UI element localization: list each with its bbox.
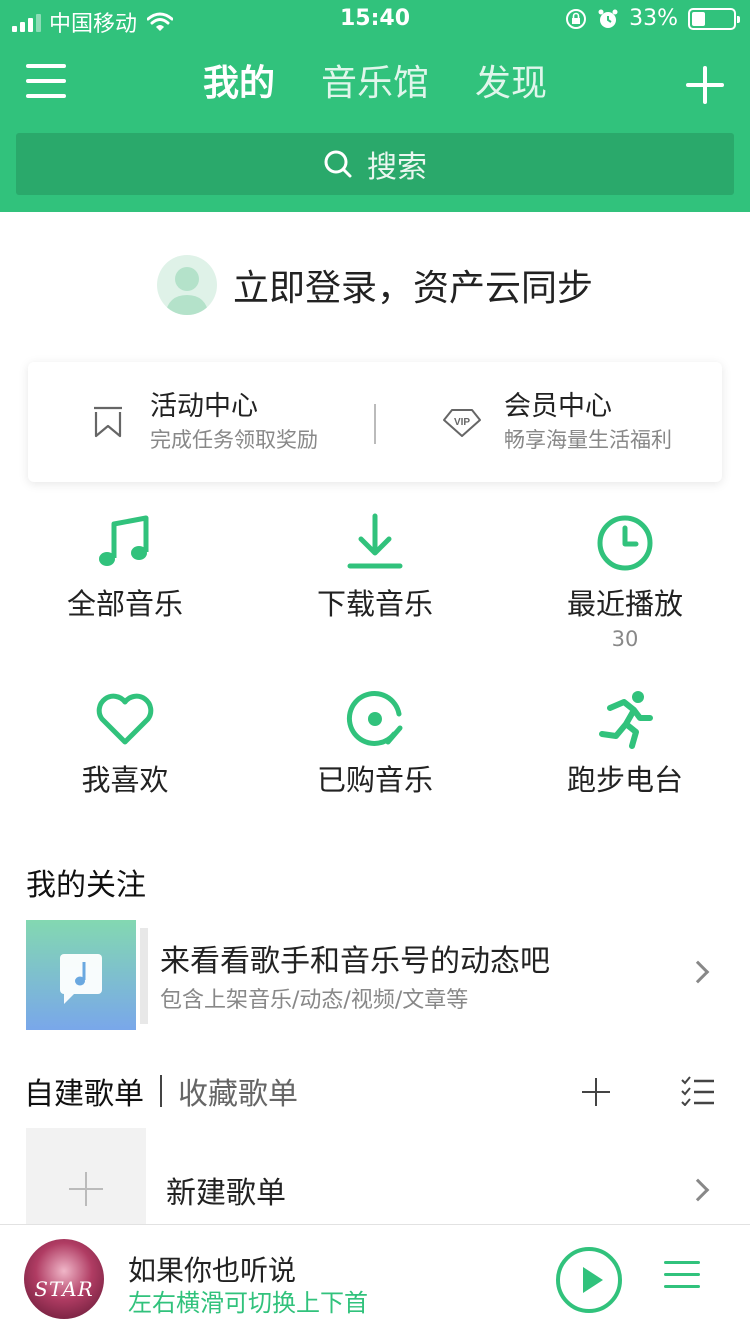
main-tabs: 我的 音乐馆 发现: [0, 58, 750, 110]
status-bar: 中国移动 15:40 33%: [0, 0, 750, 40]
follow-subtitle: 包含上架音乐/动态/视频/文章等: [160, 988, 469, 1013]
search-bar[interactable]: 搜索: [16, 133, 734, 195]
new-playlist-label: 新建歌单: [166, 1176, 286, 1211]
recent-play-count: 30: [611, 627, 639, 651]
cover-stack-shadow: [140, 928, 148, 1024]
music-note-icon: [99, 515, 149, 566]
battery-fill: [692, 11, 705, 26]
mini-player[interactable]: STAR 如果你也听说 左右横滑可切换上下首: [0, 1224, 750, 1334]
login-text: 立即登录，资产云同步: [232, 268, 593, 309]
vip-icon: VIP: [443, 409, 481, 437]
tab-created-playlists[interactable]: 自建歌单: [24, 1069, 144, 1113]
swipe-hint: 左右横滑可切换上下首: [128, 1289, 368, 1317]
battery-percent: 33%: [629, 6, 678, 31]
running-radio-label: 跑步电台: [566, 763, 683, 797]
all-music-label: 全部音乐: [66, 587, 183, 621]
album-cover[interactable]: STAR: [24, 1239, 104, 1319]
download-music-button[interactable]: 下载音乐: [250, 512, 500, 624]
alarm-icon: [598, 9, 618, 28]
user-silhouette-icon: [165, 267, 209, 315]
download-music-label: 下载音乐: [316, 587, 433, 621]
album-cover-text: STAR: [34, 1277, 94, 1301]
purchased-music-label: 已购音乐: [316, 763, 433, 797]
chevron-right-icon: [686, 1178, 710, 1202]
queue-icon-bar: [664, 1285, 700, 1288]
follow-title: 来看看歌手和音乐号的动态吧: [160, 944, 550, 979]
download-icon: [347, 513, 403, 569]
playlist-queue-button[interactable]: [664, 1261, 700, 1301]
playlist-tab-separator: [160, 1075, 162, 1107]
queue-icon-bar: [664, 1273, 700, 1276]
purchased-disc-icon: [346, 691, 403, 746]
add-playlist-button[interactable]: [582, 1078, 610, 1106]
play-button[interactable]: [556, 1247, 622, 1313]
search-icon: [324, 150, 352, 178]
app-header: 中国移动 15:40 33% 我的 音乐馆 发现 搜索: [0, 0, 750, 212]
login-prompt[interactable]: 立即登录，资产云同步: [0, 252, 750, 318]
playlist-tabs: 自建歌单 收藏歌单: [24, 1068, 298, 1114]
new-playlist-row[interactable]: 新建歌单: [0, 1128, 750, 1228]
playlist-manage-icon[interactable]: [680, 1076, 714, 1106]
activity-center-subtitle: 完成任务领取奖励: [150, 428, 318, 452]
activity-center-button[interactable]: 活动中心 完成任务领取奖励: [88, 362, 318, 482]
purchased-music-button[interactable]: 已购音乐: [250, 688, 500, 800]
runner-icon: [599, 691, 653, 749]
card-divider: [374, 404, 376, 444]
avatar: [156, 255, 217, 315]
activity-center-title: 活动中心: [150, 391, 258, 422]
queue-icon-bar: [664, 1261, 700, 1264]
recent-play-label: 最近播放: [566, 587, 683, 621]
follow-cover: [26, 920, 136, 1030]
new-playlist-plus-icon: [26, 1128, 146, 1228]
follow-feed-entry[interactable]: 来看看歌手和音乐号的动态吧 包含上架音乐/动态/视频/文章等: [0, 918, 750, 1030]
activity-center-text: 活动中心 完成任务领取奖励: [150, 389, 318, 455]
heart-icon: [96, 693, 154, 745]
vip-center-button[interactable]: VIP 会员中心 畅享海量生活福利: [442, 362, 672, 482]
search-placeholder: 搜索: [367, 150, 427, 185]
tab-mine[interactable]: 我的: [203, 58, 275, 110]
vip-center-text: 会员中心 畅享海量生活福利: [504, 389, 672, 455]
favorites-label: 我喜欢: [81, 763, 169, 797]
activity-card: 活动中心 完成任务领取奖励 VIP 会员中心 畅享海量生活福利: [28, 362, 722, 482]
clock-icon: [597, 515, 653, 571]
status-right: 33%: [565, 6, 740, 31]
favorites-button[interactable]: 我喜欢: [0, 688, 250, 800]
my-follows-heading: 我的关注: [26, 868, 146, 903]
bookmark-icon: [94, 406, 122, 438]
tab-music-hall[interactable]: 音乐馆: [321, 58, 429, 110]
music-message-icon: [60, 954, 102, 1004]
running-radio-button[interactable]: 跑步电台: [500, 688, 750, 800]
add-button[interactable]: [686, 66, 724, 104]
tab-collected-playlists[interactable]: 收藏歌单: [178, 1069, 298, 1113]
all-music-button[interactable]: 全部音乐: [0, 512, 250, 624]
svg-text:VIP: VIP: [454, 417, 470, 428]
tab-discover[interactable]: 发现: [475, 58, 547, 110]
vip-center-title: 会员中心: [504, 391, 612, 422]
rotation-lock-icon: [566, 8, 587, 29]
battery-icon: [688, 7, 740, 30]
vip-center-subtitle: 畅享海量生活福利: [504, 428, 672, 452]
chevron-right-icon: [686, 960, 710, 984]
recent-play-button[interactable]: 最近播放 30: [500, 512, 750, 654]
